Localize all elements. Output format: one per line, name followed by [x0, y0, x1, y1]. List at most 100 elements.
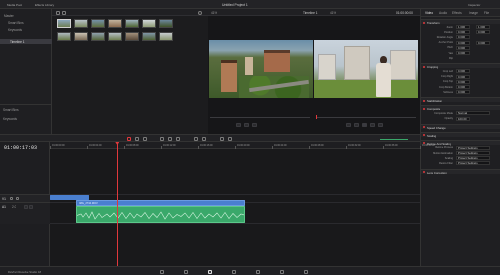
section-enable-toggle[interactable] [423, 107, 425, 110]
source-play-button[interactable] [244, 123, 249, 127]
inspector-param-field[interactable]: 0.000 [456, 69, 470, 74]
media-clip-thumbnail[interactable] [159, 32, 173, 41]
record-scrubber-playhead[interactable] [316, 115, 317, 119]
timeline-track-area[interactable]: 01:00:00:00 01:00:04:00 01:00:08:00 01:00:1… [50, 142, 435, 266]
page-tab-edit-icon[interactable] [208, 269, 212, 274]
tab-image[interactable]: Image [469, 11, 478, 15]
page-tab-deliver-icon[interactable] [304, 269, 308, 274]
media-clip-thumbnail[interactable] [57, 19, 71, 28]
timeline-playhead[interactable] [117, 142, 118, 266]
audio-mute-button[interactable] [29, 205, 33, 209]
bin-smart-bins[interactable]: Smart Bins [8, 21, 24, 25]
insert-icon[interactable] [160, 137, 164, 141]
page-tab-cut-icon[interactable] [184, 269, 188, 274]
link-icon[interactable] [202, 137, 206, 141]
sidebar-keywords[interactable]: Keywords [3, 117, 17, 121]
timeline-timecode[interactable]: 01:00:17:03 [4, 145, 37, 151]
tab-effects[interactable]: Effects [452, 11, 462, 15]
inspector-param-field[interactable]: Normal [456, 111, 490, 116]
inspector-param-field[interactable]: 0.000 [456, 45, 470, 50]
media-clip-thumbnail[interactable] [91, 19, 105, 28]
inspector-param-field[interactable]: 0.000 [476, 30, 490, 35]
record-reverse-button[interactable] [354, 123, 359, 127]
media-clip-thumbnail[interactable] [142, 19, 156, 28]
section-enable-toggle[interactable] [423, 134, 425, 137]
inspector-param-field[interactable]: 0.000 [456, 79, 470, 84]
tab-video[interactable]: Video [425, 11, 433, 15]
snapping-icon[interactable] [194, 137, 198, 141]
inspector-section-header[interactable]: Composite [421, 105, 500, 111]
media-clip-thumbnail[interactable] [74, 19, 88, 28]
media-clip-thumbnail[interactable] [125, 19, 139, 28]
timeline-ruler[interactable]: 01:00:00:00 01:00:04:00 01:00:08:00 01:00:1… [50, 142, 435, 149]
section-enable-toggle[interactable] [423, 126, 425, 129]
inspector-param-field[interactable]: 100.00 [456, 116, 470, 121]
inspector-param-field[interactable]: 1.000 [476, 25, 490, 29]
inspector-section-header[interactable]: Cropping [421, 63, 500, 69]
record-jump-start-button[interactable] [346, 123, 351, 127]
record-loop-button[interactable] [378, 123, 383, 127]
search-icon[interactable] [198, 10, 202, 15]
inspector-param-field[interactable]: Project Settings [456, 161, 490, 166]
grid-view-icon[interactable] [62, 10, 66, 15]
record-scrubber[interactable] [316, 117, 416, 118]
marker-icon[interactable] [228, 137, 232, 141]
overwrite-icon[interactable] [168, 137, 172, 141]
zoom-slider[interactable] [380, 138, 408, 140]
tab-file[interactable]: File [484, 11, 489, 15]
record-play-button[interactable] [362, 123, 367, 127]
media-clip-thumbnail[interactable] [57, 32, 71, 41]
section-enable-toggle[interactable] [423, 21, 425, 24]
inspector-param-field[interactable]: Project Settings [456, 145, 490, 150]
inspector-param-field[interactable]: 0.000 [456, 35, 470, 40]
media-clip-thumbnail[interactable] [159, 19, 173, 28]
media-clip-thumbnail[interactable] [108, 19, 122, 28]
bin-master[interactable]: Master [4, 14, 14, 18]
flag-icon[interactable] [220, 137, 224, 141]
inspector-section-header[interactable]: Lens Correction [421, 168, 500, 175]
inspector-param-field[interactable]: 0.000 [476, 40, 490, 45]
bin-selected-row[interactable]: Timeline 1 [0, 39, 52, 44]
menu-inspector[interactable]: Inspector [468, 3, 480, 7]
record-viewer-frame[interactable] [314, 40, 418, 98]
inspector-param-field[interactable]: 0.000 [456, 51, 470, 55]
list-view-icon[interactable] [56, 10, 60, 15]
source-stop-button[interactable] [252, 123, 257, 127]
blade-tool-icon[interactable] [143, 137, 147, 141]
inspector-param-field[interactable]: 0.000 [456, 85, 470, 89]
record-zoom[interactable]: 41% [330, 11, 336, 15]
page-tab-fairlight-icon[interactable] [280, 269, 284, 274]
inspector-param-field[interactable]: 0.000 [456, 74, 470, 79]
section-enable-toggle[interactable] [423, 99, 425, 102]
menu-effects-library[interactable]: Effects Library [35, 3, 54, 7]
source-jump-start-button[interactable] [236, 123, 241, 127]
inspector-section-header[interactable]: Scaling [421, 131, 500, 138]
inspector-param-field[interactable]: Project Settings [456, 156, 490, 161]
record-stop-button[interactable] [370, 123, 375, 127]
section-enable-toggle[interactable] [423, 65, 425, 68]
inspector-param-field[interactable]: 1.000 [456, 25, 470, 29]
inspector-param-field[interactable]: 0.000 [456, 30, 470, 35]
section-enable-toggle[interactable] [423, 171, 425, 174]
audio-clip[interactable] [76, 206, 245, 223]
media-clip-thumbnail[interactable] [74, 32, 88, 41]
inspector-param-field[interactable]: Project Settings [456, 151, 490, 155]
media-clip-thumbnail[interactable] [125, 32, 139, 41]
audio-solo-button[interactable] [24, 205, 28, 209]
tab-audio[interactable]: Audio [439, 11, 447, 15]
menu-media-pool[interactable]: Media Pool [7, 3, 22, 7]
trim-tool-icon[interactable] [135, 137, 139, 141]
media-clip-thumbnail[interactable] [91, 32, 105, 41]
timeline-name[interactable]: Timeline 1 [303, 11, 318, 15]
page-tab-media-icon[interactable] [160, 269, 164, 274]
media-clip-thumbnail[interactable] [142, 32, 156, 41]
inspector-section-header[interactable]: Speed Change [421, 123, 500, 130]
inspector-param-field[interactable]: 0.000 [456, 90, 470, 95]
selection-tool-icon[interactable] [127, 137, 131, 141]
page-tab-fusion-icon[interactable] [232, 269, 236, 274]
inspector-section-header[interactable]: Transform [421, 19, 500, 25]
visibility-icon[interactable] [16, 197, 19, 200]
media-clip-thumbnail[interactable] [108, 32, 122, 41]
replace-icon[interactable] [176, 137, 180, 141]
page-tab-color-icon[interactable] [256, 269, 260, 274]
